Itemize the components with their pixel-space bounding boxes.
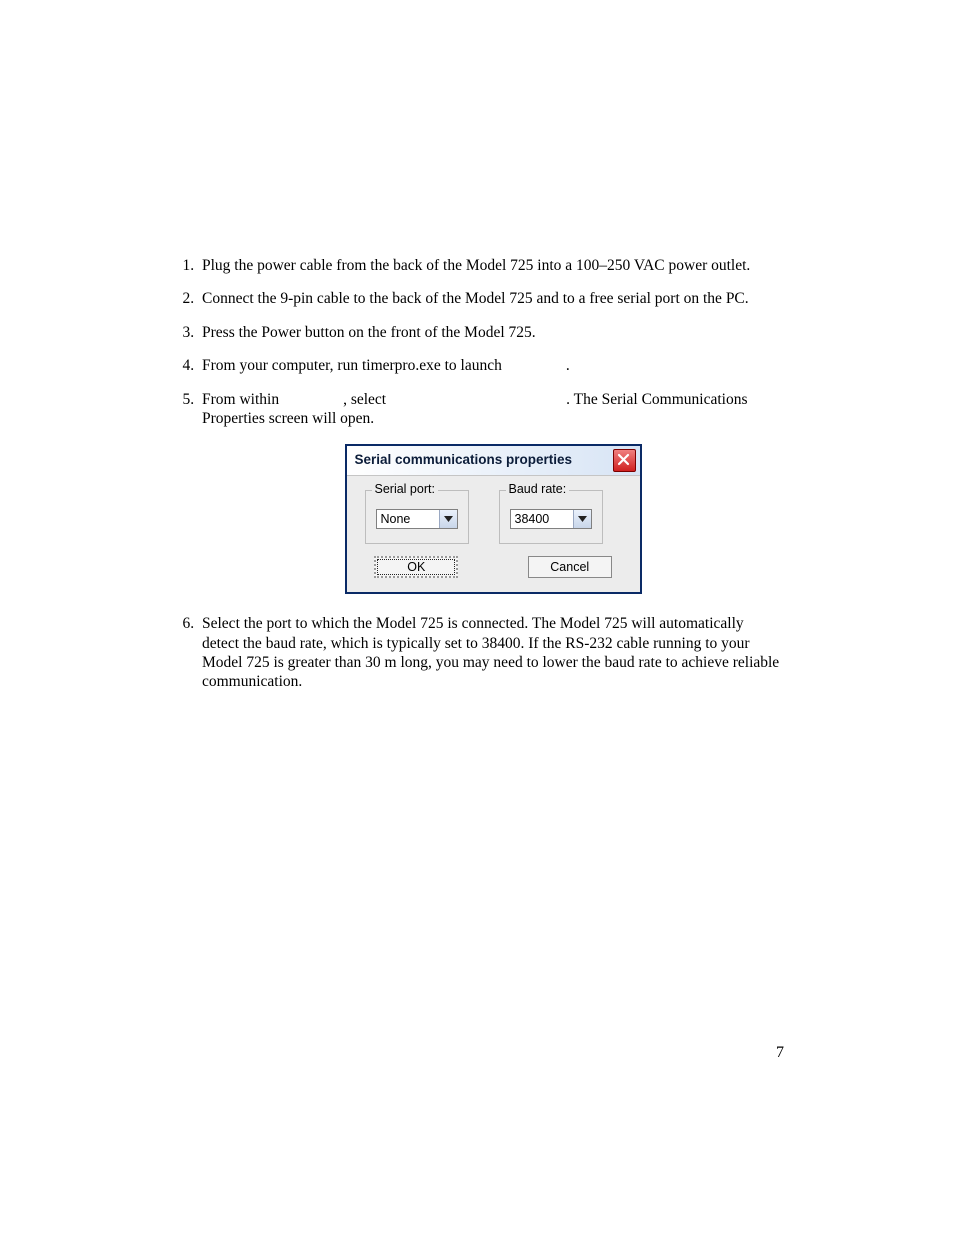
dropdown-button[interactable] xyxy=(573,510,591,528)
step-text: From within xyxy=(202,391,279,408)
step-list: Plug the power cable from the back of th… xyxy=(170,256,784,692)
step-5: From within , select. The Serial Communic… xyxy=(198,390,784,595)
step-2: Connect the 9-pin cable to the back of t… xyxy=(198,289,784,308)
step-3: Press the Power button on the front of t… xyxy=(198,323,784,342)
step-text: Press the Power button on the front of t… xyxy=(202,324,536,341)
serial-port-value: None xyxy=(377,510,439,528)
baud-rate-dropdown[interactable]: 38400 xyxy=(510,509,592,529)
close-icon xyxy=(616,452,631,467)
dialog-actions: OK Cancel xyxy=(347,550,640,592)
cancel-button[interactable]: Cancel xyxy=(528,556,612,578)
step-4: From your computer, run timerpro.exe to … xyxy=(198,356,784,375)
dialog-body: Serial port: None Baud rate: 38400 xyxy=(347,476,640,550)
ok-button[interactable]: OK xyxy=(374,556,458,578)
chevron-down-icon xyxy=(444,516,453,522)
dialog-title: Serial communications properties xyxy=(355,452,573,469)
step-text: From your computer, run timerpro.exe to … xyxy=(202,357,502,374)
step-text: . The Serial Communications Properties s… xyxy=(202,391,748,427)
chevron-down-icon xyxy=(578,516,587,522)
serial-port-dropdown[interactable]: None xyxy=(376,509,458,529)
dialog-titlebar: Serial communications properties xyxy=(347,446,640,476)
close-button[interactable] xyxy=(613,449,636,472)
baud-rate-value: 38400 xyxy=(511,510,573,528)
step-text: , select xyxy=(343,391,386,408)
baud-rate-group: Baud rate: 38400 xyxy=(499,490,603,544)
baud-rate-label: Baud rate: xyxy=(506,482,570,498)
serial-port-group: Serial port: None xyxy=(365,490,469,544)
step-text: Select the port to which the Model 725 i… xyxy=(202,615,779,690)
serial-port-label: Serial port: xyxy=(372,482,438,498)
step-text: . xyxy=(566,357,570,374)
step-text: Plug the power cable from the back of th… xyxy=(202,257,750,274)
step-text: Connect the 9-pin cable to the back of t… xyxy=(202,290,749,307)
step-6: Select the port to which the Model 725 i… xyxy=(198,614,784,692)
serial-comm-dialog: Serial communications properties Serial … xyxy=(345,444,642,594)
step-1: Plug the power cable from the back of th… xyxy=(198,256,784,275)
page-number: 7 xyxy=(776,1043,784,1063)
dropdown-button[interactable] xyxy=(439,510,457,528)
